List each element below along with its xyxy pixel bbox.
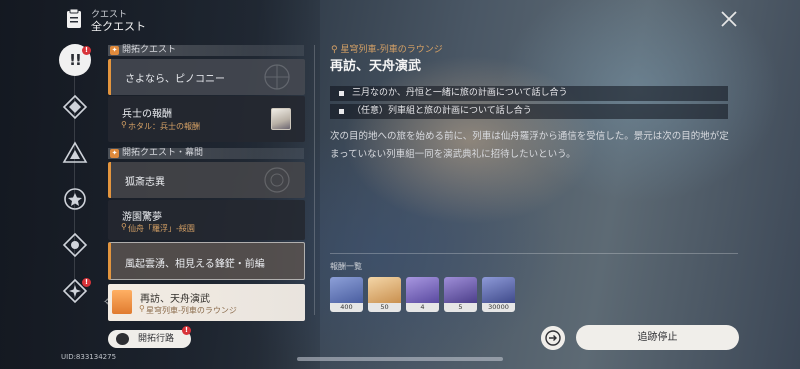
trailblaze-icon <box>116 333 129 345</box>
trailblaze-label: 開拓行路 <box>138 334 175 344</box>
section-header: ✦ 開拓クエスト <box>108 45 304 56</box>
detail-title: 再訪、天舟演武 <box>330 59 422 74</box>
reward-item[interactable]: 4 <box>406 277 439 312</box>
reward-icon <box>368 277 401 303</box>
trailblaze-badge: ! <box>182 326 191 335</box>
stop-tracking-button[interactable]: 追跡停止 <box>576 325 739 350</box>
quest-title: さよなら、ピノコニー <box>125 74 225 85</box>
uid-label: UID:833134275 <box>61 353 117 361</box>
quest-item[interactable]: 風起雲湧、相見える鋒鋩・前編 <box>108 242 305 280</box>
location-pin-icon: ⚲ <box>121 222 127 231</box>
divider <box>314 45 315 315</box>
navigate-button[interactable] <box>541 326 565 350</box>
daily-icon[interactable] <box>60 230 90 260</box>
quest-title: 兵士の報酬 <box>122 109 172 120</box>
companion-icon[interactable] <box>60 138 90 168</box>
reward-icon <box>406 277 439 303</box>
rewards-divider <box>330 253 738 254</box>
reward-count: 30000 <box>482 303 515 312</box>
quest-title: 再訪、天舟演武 <box>140 294 210 305</box>
quest-title: 風起雲湧、相見える鋒鋩・前編 <box>125 259 265 270</box>
quest-description: 次の目的地への旅を始める前に、列車は仙舟羅浮から通信を受信した。景元は次の目的地… <box>330 131 729 160</box>
quest-item[interactable]: 游園驚夢 ⚲ 仙舟「羅浮」-綏園 <box>108 200 305 240</box>
reward-icon <box>444 277 477 303</box>
objective-item: （任意）列車組と旅の計画について話し合う <box>330 104 728 119</box>
reward-item[interactable]: 30000 <box>482 277 515 312</box>
quest-location: ホタル：兵士の報酬 <box>128 122 200 131</box>
reward-count: 400 <box>330 303 363 312</box>
reward-count: 4 <box>406 303 439 312</box>
objective-item: 三月なのか、丹恒と一緒に旅の計画について話し合う <box>330 86 728 101</box>
rail-line <box>74 48 75 298</box>
trailblaze-path-button[interactable]: 開拓行路 <box>108 330 191 348</box>
section-mark-icon: ✦ <box>110 149 119 158</box>
adventure-icon[interactable] <box>60 184 90 214</box>
reward-item[interactable]: 50 <box>368 277 401 312</box>
rail-badge: ! <box>82 46 91 55</box>
location-pin-icon: ⚲ <box>121 120 127 129</box>
quest-title: 游園驚夢 <box>122 212 162 223</box>
rail-badge: ! <box>82 278 91 287</box>
quest-emblem-icon <box>264 167 290 193</box>
quest-location: 仙舟「羅浮」-綏園 <box>128 224 195 233</box>
reward-count: 5 <box>444 303 477 312</box>
character-portrait <box>271 108 291 130</box>
quest-title: 狐斎志異 <box>125 177 165 188</box>
quest-item[interactable]: 兵士の報酬 ⚲ ホタル：兵士の報酬 <box>108 96 305 142</box>
reward-icon <box>330 277 363 303</box>
quest-item[interactable]: 狐斎志異 <box>108 162 305 198</box>
quest-item[interactable]: さよなら、ピノコニー <box>108 59 305 95</box>
all-quests-icon: !! <box>69 51 82 69</box>
section-mark-icon: ✦ <box>110 46 119 55</box>
detail-location-text: 星穹列車-列車のラウンジ <box>340 45 443 55</box>
rewards-label: 報酬一覧 <box>330 262 362 271</box>
reward-item[interactable]: 400 <box>330 277 363 312</box>
section-label: 開拓クエスト・幕間 <box>122 148 204 158</box>
section-header: ✦ 開拓クエスト・幕間 <box>108 148 304 159</box>
quest-location: 星穹列車-列車のラウンジ <box>146 306 237 315</box>
location-pin-icon: ⚲ <box>139 304 145 313</box>
home-indicator <box>297 357 503 361</box>
section-label: 開拓クエスト <box>122 45 177 55</box>
quest-item-selected[interactable]: 再訪、天舟演武 ⚲ 星穹列車-列車のラウンジ <box>108 284 305 321</box>
trailblaze-icon[interactable] <box>60 92 90 122</box>
reward-icon <box>482 277 515 303</box>
quest-book-icon <box>67 9 81 28</box>
close-icon[interactable] <box>719 9 739 29</box>
quest-type-icon <box>112 290 132 314</box>
quest-emblem-icon <box>264 64 290 90</box>
reward-count: 50 <box>368 303 401 312</box>
reward-item[interactable]: 5 <box>444 277 477 312</box>
header-title: 全クエスト <box>91 20 146 33</box>
detail-location: ⚲ 星穹列車-列車のラウンジ <box>331 42 443 55</box>
